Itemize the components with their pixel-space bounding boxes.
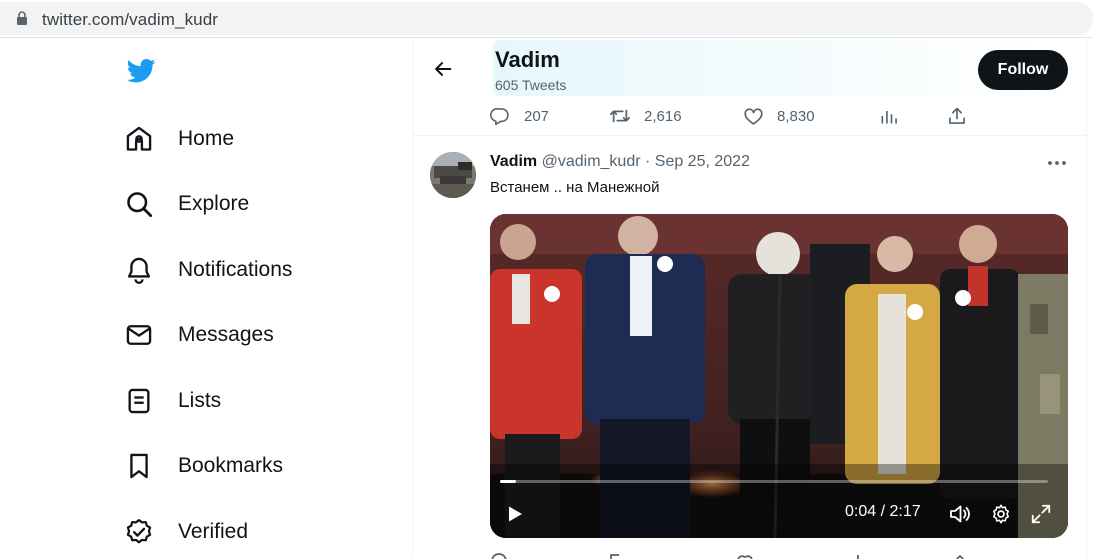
reply-icon — [489, 105, 511, 127]
sidebar-item-bookmarks[interactable]: Bookmarks — [124, 444, 283, 488]
mute-button[interactable] — [947, 500, 973, 528]
sidebar-item-label: Verified — [178, 520, 249, 543]
sidebar-item-label: Bookmarks — [178, 454, 284, 477]
tweet-actions-icons — [491, 553, 965, 559]
sidebar-item-label: Home — [178, 127, 235, 150]
envelope-icon — [124, 320, 154, 350]
video-progress-fill — [500, 480, 517, 483]
reply-count: 207 — [524, 107, 550, 125]
like-button[interactable]: 8,830 — [742, 104, 815, 128]
divider — [1086, 38, 1087, 559]
verified-icon — [124, 517, 154, 547]
follow-button[interactable]: Follow — [978, 50, 1068, 90]
play-icon — [509, 506, 522, 522]
sidebar-item-label: Lists — [178, 389, 222, 412]
analytics-icon — [878, 105, 900, 127]
profile-header: Vadim 605 Tweets Follow — [413, 38, 1086, 100]
home-icon — [124, 124, 154, 154]
bookmark-icon — [124, 451, 154, 481]
expand-icon — [1031, 504, 1051, 524]
back-button[interactable] — [429, 55, 457, 83]
avatar[interactable] — [430, 152, 476, 198]
author-handle[interactable]: @vadim_kudr — [542, 153, 641, 170]
ellipsis-icon — [1048, 161, 1066, 165]
like-count: 8,830 — [777, 107, 815, 125]
sidebar-item-label: Messages — [178, 323, 274, 346]
sidebar: Home Explore Notifications Messages List… — [0, 38, 412, 559]
retweet-count: 2,616 — [644, 107, 682, 125]
avatar-image — [430, 152, 476, 198]
separator: · — [640, 153, 655, 170]
tweet-date[interactable]: Sep 25, 2022 — [655, 153, 750, 170]
arrow-left-icon — [435, 62, 452, 76]
tweet[interactable]: Vadim @vadim_kudr · Sep 25, 2022 Встанем… — [413, 137, 1086, 559]
video-progress-bar[interactable] — [500, 480, 1048, 483]
retweet-icon — [609, 105, 631, 127]
gear-icon — [992, 504, 1010, 524]
previous-tweet-actions: 207 2,616 8,830 — [413, 100, 1086, 136]
more-options-button[interactable] — [1045, 153, 1069, 173]
heart-icon — [742, 105, 764, 127]
header-highlight — [493, 40, 1053, 96]
tweet-header: Vadim @vadim_kudr · Sep 25, 2022 — [490, 153, 750, 171]
analytics-button[interactable] — [878, 104, 900, 128]
lock-icon[interactable] — [16, 11, 28, 26]
twitter-bird-icon[interactable] — [124, 56, 158, 86]
url-text[interactable]: twitter.com/vadim_kudr — [42, 10, 218, 30]
video-time: 0:04 / 2:17 — [845, 503, 921, 520]
fullscreen-button[interactable] — [1028, 500, 1054, 528]
main-column: Vadim 605 Tweets Follow 207 2,616 8,830 — [413, 38, 1086, 559]
browser-address-bar: twitter.com/vadim_kudr — [0, 0, 1093, 37]
search-icon — [124, 189, 154, 219]
bell-icon — [124, 255, 154, 285]
tweet-text: Встанем .. на Манежной — [490, 179, 660, 196]
video-frame — [490, 214, 1068, 538]
retweet-button[interactable]: 2,616 — [609, 104, 682, 128]
list-icon — [124, 386, 154, 416]
author-name[interactable]: Vadim — [490, 153, 537, 170]
sidebar-item-label: Explore — [178, 192, 250, 215]
settings-button[interactable] — [988, 500, 1014, 528]
tweet-actions-partial — [490, 548, 1050, 559]
url-box[interactable]: twitter.com/vadim_kudr — [0, 2, 1093, 35]
volume-icon — [950, 505, 970, 523]
sidebar-item-home[interactable]: Home — [124, 117, 234, 161]
tweet-count: 605 Tweets — [495, 77, 567, 93]
sidebar-item-lists[interactable]: Lists — [124, 379, 221, 423]
reply-button[interactable]: 207 — [489, 104, 549, 128]
video-player[interactable]: 0:04 / 2:17 — [490, 214, 1068, 538]
sidebar-item-label: Notifications — [178, 258, 293, 281]
profile-name: Vadim — [495, 47, 560, 72]
sidebar-item-notifications[interactable]: Notifications — [124, 248, 292, 292]
sidebar-item-verified[interactable]: Verified — [124, 510, 248, 554]
sidebar-item-explore[interactable]: Explore — [124, 182, 249, 226]
play-button[interactable] — [502, 500, 528, 528]
share-icon — [946, 105, 968, 127]
sidebar-item-messages[interactable]: Messages — [124, 313, 274, 357]
share-button[interactable] — [946, 104, 968, 128]
